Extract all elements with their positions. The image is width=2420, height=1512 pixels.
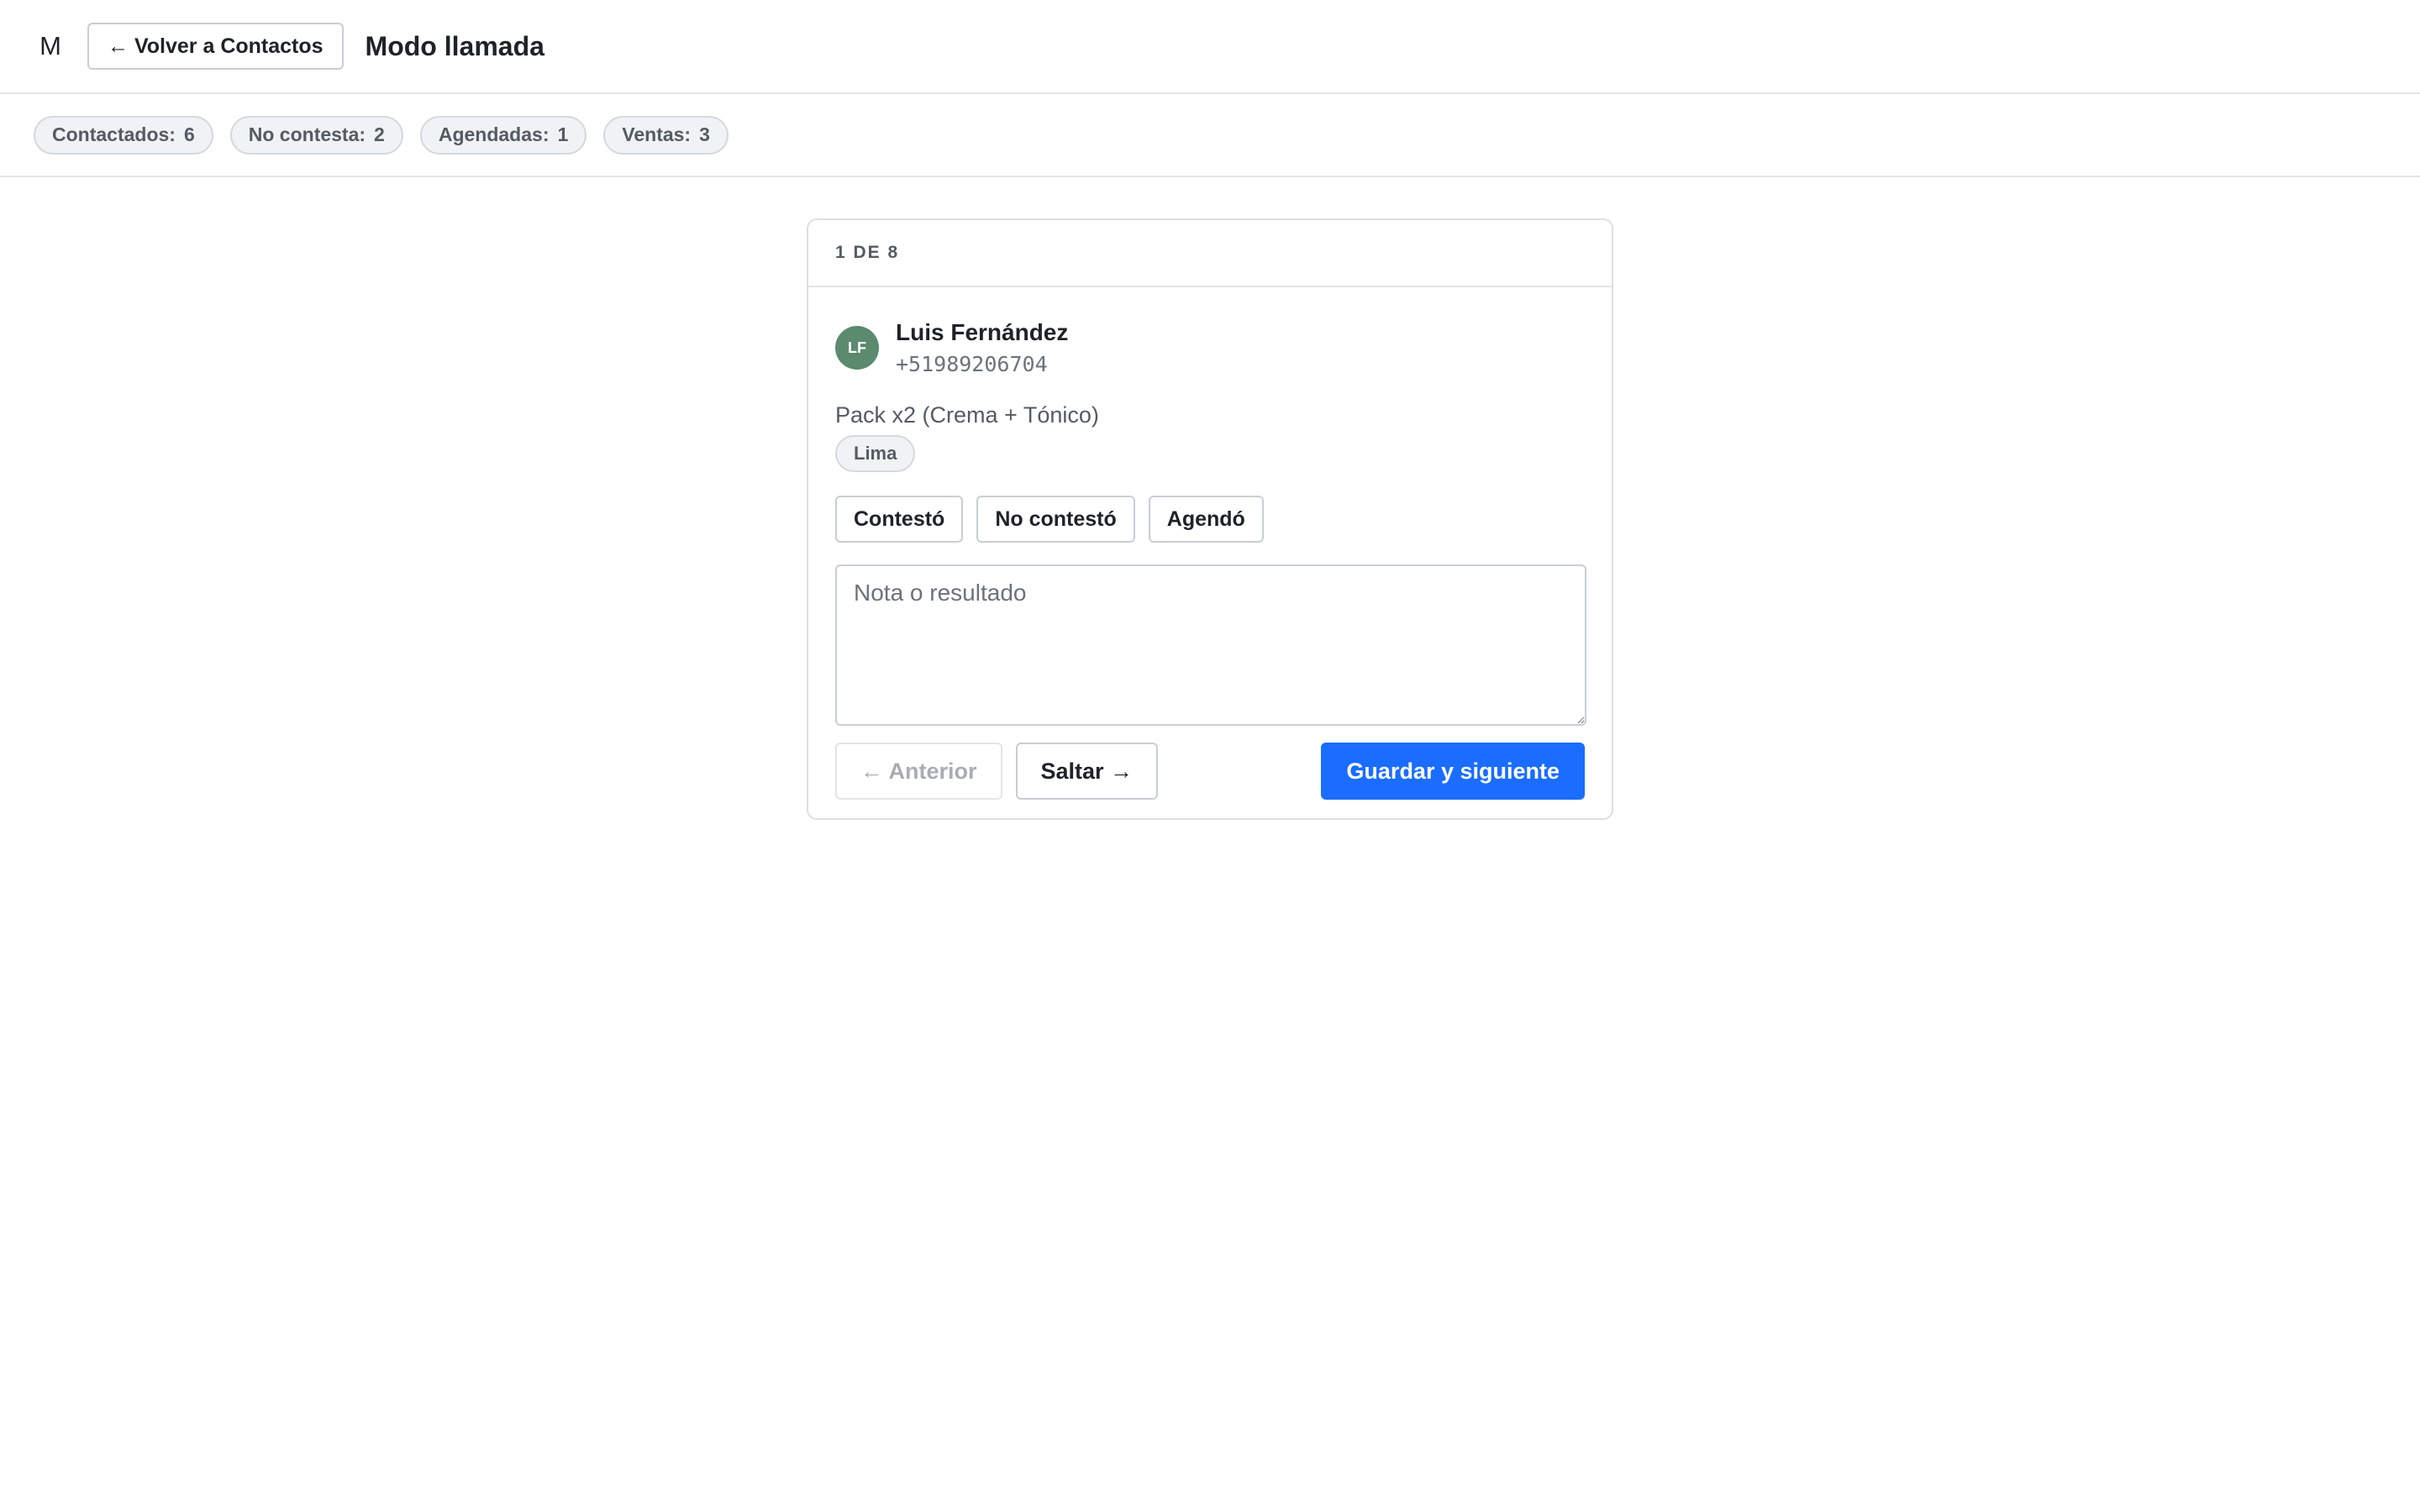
stat-value: 6 — [183, 123, 195, 145]
card-body: LF Luis Fernández +51989206704 Pack x2 (… — [808, 287, 1612, 800]
outcome-buttons: Contestó No contestó Agendó — [835, 496, 1585, 543]
top-bar: M ← Volver a Contactos Modo llamada — [0, 0, 2420, 94]
contact-phone[interactable]: +51989206704 — [896, 348, 1068, 381]
outcome-scheduled-button[interactable]: Agendó — [1148, 496, 1264, 543]
location-tag: Lima — [835, 435, 916, 472]
stat-chip-scheduled: Agendadas: 1 — [419, 115, 587, 155]
contact-name: Luis Fernández — [896, 319, 1069, 345]
stats-bar: Contactados: 6 No contesta: 2 Agendadas:… — [0, 94, 2420, 177]
back-to-contacts-button[interactable]: ← Volver a Contactos — [87, 23, 344, 70]
call-card: 1 DE 8 LF Luis Fernández +51989206704 Pa… — [807, 218, 1613, 820]
previous-button[interactable]: ← Anterior — [835, 743, 1002, 800]
skip-button[interactable]: Saltar → — [1015, 743, 1159, 800]
brand-logo[interactable]: M — [34, 31, 67, 61]
stat-label: Contactados: — [52, 123, 176, 145]
card-navigation: ← Anterior Saltar → Guardar y siguiente — [835, 743, 1585, 800]
stat-value: 2 — [374, 123, 385, 145]
stat-chip-contacted: Contactados: 6 — [34, 115, 213, 155]
contact-row: LF Luis Fernández +51989206704 — [835, 318, 1585, 381]
stat-label: Agendadas: — [438, 123, 550, 145]
stat-chip-no-answer: No contesta: 2 — [229, 115, 403, 155]
stat-label: No contesta: — [248, 123, 366, 145]
avatar: LF — [835, 326, 879, 370]
contact-info: Luis Fernández +51989206704 — [896, 318, 1068, 381]
call-progress: 1 DE 8 — [808, 220, 1612, 287]
save-and-next-button[interactable]: Guardar y siguiente — [1321, 743, 1585, 800]
contact-product: Pack x2 (Crema + Tónico) — [835, 402, 1099, 428]
note-textarea[interactable] — [835, 564, 1586, 726]
stat-chip-sales: Ventas: 3 — [603, 115, 729, 155]
outcome-answered-button[interactable]: Contestó — [835, 496, 964, 543]
stat-label: Ventas: — [622, 123, 692, 145]
stat-value: 3 — [699, 123, 710, 145]
outcome-no-answer-button[interactable]: No contestó — [976, 496, 1135, 543]
stat-value: 1 — [557, 123, 569, 145]
page-title: Modo llamada — [365, 30, 544, 61]
